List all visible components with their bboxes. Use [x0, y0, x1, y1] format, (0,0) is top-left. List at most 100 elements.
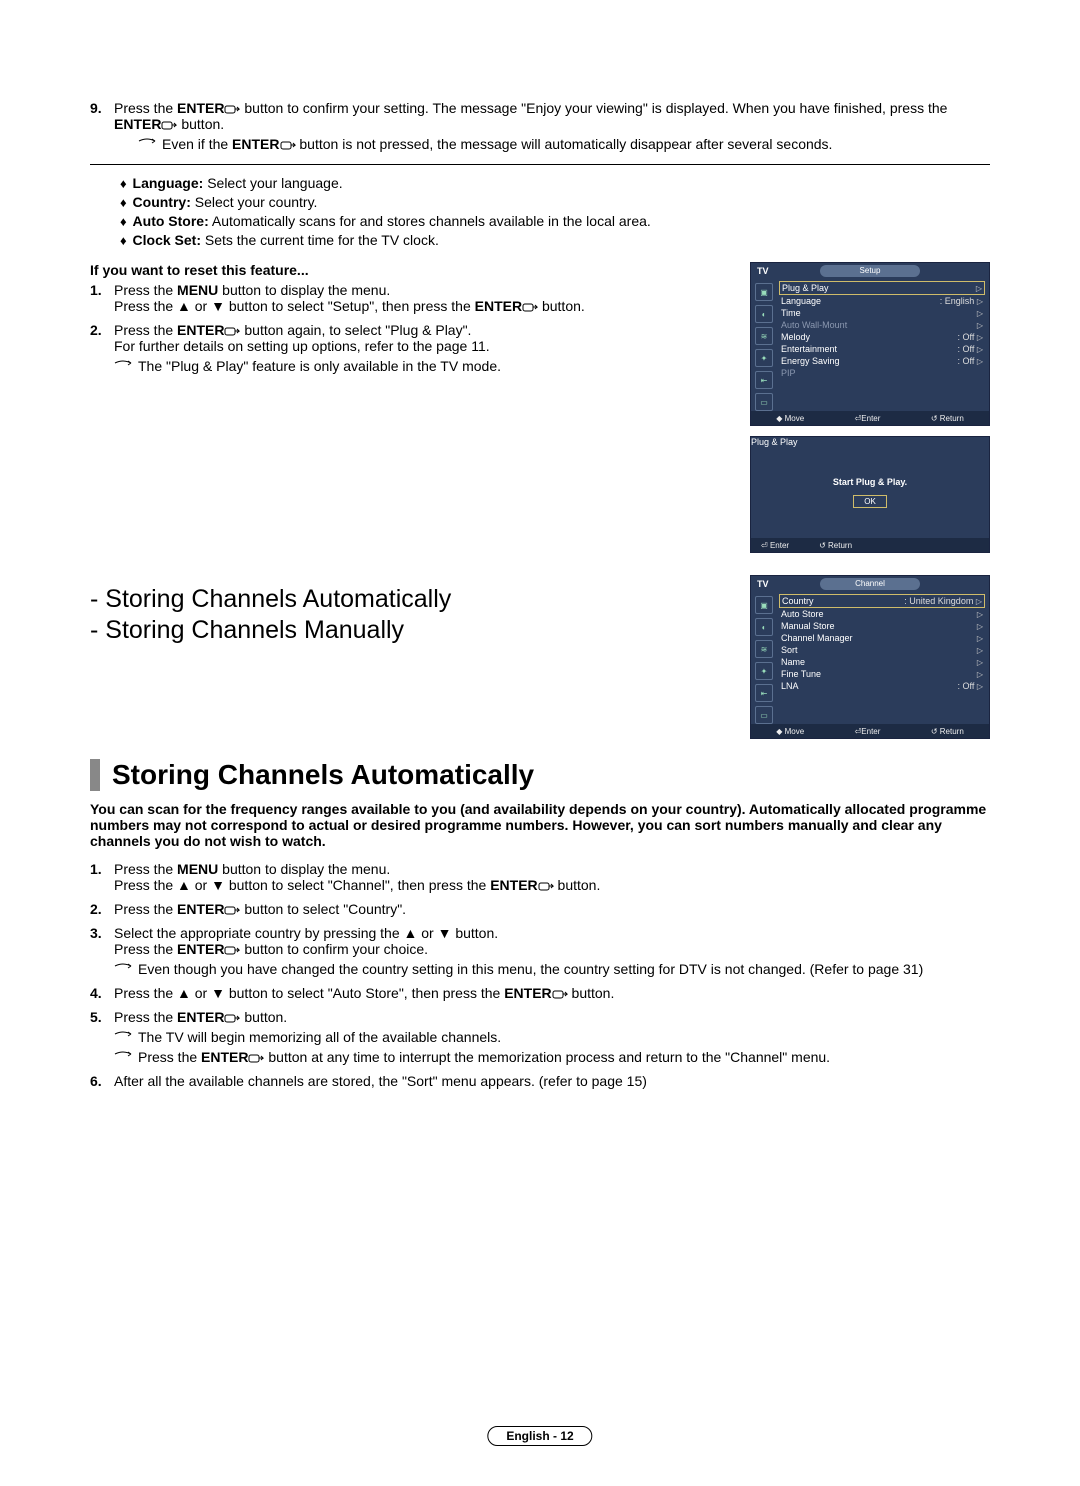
picture-icon: ▣ — [755, 283, 773, 301]
title-manual: - Storing Channels Manually — [90, 616, 732, 645]
enter-icon — [161, 116, 177, 132]
return-icon: ↺ — [819, 541, 826, 550]
osd-row-plugplay[interactable]: Plug & Play▷ — [779, 281, 985, 295]
chevron-right-icon: ▷ — [976, 284, 982, 293]
input-icon: ⇤ — [755, 371, 773, 389]
chevron-right-icon: ▷ — [977, 610, 983, 619]
note-arrow-icon — [114, 1029, 132, 1039]
step-9-num: 9. — [90, 100, 114, 152]
step-9: 9. Press the ENTER button to confirm you… — [90, 100, 990, 152]
step-6: 6. After all the available channels are … — [90, 1073, 990, 1089]
step-4: 4. Press the ▲ or ▼ button to select "Au… — [90, 985, 990, 1001]
osd-row-energy[interactable]: Energy Saving: Off ▷ — [779, 355, 985, 367]
return-icon: ↺ — [931, 727, 938, 736]
return-icon: ↺ — [931, 414, 938, 423]
enter-icon — [280, 136, 296, 152]
osd-setup-panel: TVSetup ▣ ◐ ≋ ✦ ⇤ ▭ Plug & Play▷ Langu — [750, 262, 990, 426]
osd-footer: ⏎ Enter↺ Return — [751, 538, 989, 552]
step-9-text: Press the ENTER button to confirm your s… — [114, 100, 990, 152]
chevron-right-icon: ▷ — [977, 321, 983, 330]
input-icon: ⇤ — [755, 684, 773, 702]
heading-storing-auto: Storing Channels Automatically — [90, 759, 990, 791]
osd-row-channelmgr[interactable]: Channel Manager▷ — [779, 632, 985, 644]
osd-title: Channel — [820, 578, 920, 590]
diamond-icon: ♦ — [120, 214, 127, 229]
enter-icon — [224, 901, 240, 917]
doc-body: 9. Press the ENTER button to confirm you… — [50, 100, 1030, 1089]
updown-icon: ◆ — [776, 727, 782, 736]
picture-icon: ▣ — [755, 596, 773, 614]
chevron-right-icon: ▷ — [977, 634, 983, 643]
osd-row-sort[interactable]: Sort▷ — [779, 644, 985, 656]
dtv-icon: ▭ — [755, 393, 773, 411]
chevron-right-icon: ▷ — [977, 357, 983, 366]
osd-row-name[interactable]: Name▷ — [779, 656, 985, 668]
note-arrow-icon — [138, 136, 156, 146]
chevron-right-icon: ▷ — [977, 658, 983, 667]
osd-plugplay-panel: Plug & Play Start Plug & Play. OK ⏎ Ente… — [750, 436, 990, 553]
chevron-right-icon: ▷ — [977, 309, 983, 318]
chevron-right-icon: ▷ — [977, 682, 983, 691]
feature-bullets: ♦ Language: Select your language. ♦ Coun… — [90, 175, 990, 248]
note-arrow-icon — [114, 1049, 132, 1059]
step-3: 3. Select the appropriate country by pre… — [90, 925, 990, 977]
divider — [90, 164, 990, 165]
diamond-icon: ♦ — [120, 195, 127, 210]
osd-row-country[interactable]: Country: United Kingdom ▷ — [779, 594, 985, 608]
bullet-autostore: ♦ Auto Store: Automatically scans for an… — [120, 213, 990, 229]
bullet-clockset: ♦ Clock Set: Sets the current time for t… — [120, 232, 990, 248]
osd-footer: ◆ Move⏎Enter↺ Return — [751, 411, 989, 425]
osd-row-melody[interactable]: Melody: Off ▷ — [779, 331, 985, 343]
dtv-icon: ▭ — [755, 706, 773, 724]
reset-instructions: If you want to reset this feature... 1. … — [90, 262, 732, 553]
chevron-right-icon: ▷ — [977, 622, 983, 631]
step-5-note-1: The TV will begin memorizing all of the … — [114, 1029, 990, 1045]
enter-icon — [248, 1049, 264, 1065]
osd-title: Plug & Play — [751, 437, 798, 447]
osd-row-manualstore[interactable]: Manual Store▷ — [779, 620, 985, 632]
reset-step-2-note: The "Plug & Play" feature is only availa… — [114, 358, 732, 374]
note-arrow-icon — [114, 358, 132, 368]
diamond-icon: ♦ — [120, 176, 127, 191]
chevron-right-icon: ▷ — [977, 297, 983, 306]
reset-step-1: 1. Press the MENU button to display the … — [90, 282, 732, 314]
enter-icon — [552, 985, 568, 1001]
osd-tv-label: TV — [757, 579, 769, 589]
enter-icon — [538, 877, 554, 893]
osd-row-autowall: Auto Wall-Mount▷ — [779, 319, 985, 331]
diamond-icon: ♦ — [120, 233, 127, 248]
step-2: 2. Press the ENTER button to select "Cou… — [90, 901, 990, 917]
osd-row-entertainment[interactable]: Entertainment: Off ▷ — [779, 343, 985, 355]
sound-icon: ◐ — [755, 618, 773, 636]
bullet-country: ♦ Country: Select your country. — [120, 194, 990, 210]
intro-paragraph: You can scan for the frequency ranges av… — [90, 801, 990, 849]
chevron-right-icon: ▷ — [976, 597, 982, 606]
osd-message: Start Plug & Play. — [833, 477, 907, 487]
sound-icon: ◐ — [755, 305, 773, 323]
osd-row-pip: PIP — [779, 367, 985, 379]
page-number: English - 12 — [487, 1426, 592, 1446]
osd-sidebar-icons: ▣ ◐ ≋ ✦ ⇤ ▭ — [751, 279, 777, 411]
chevron-right-icon: ▷ — [977, 646, 983, 655]
osd-tv-label: TV — [757, 266, 769, 276]
osd-row-finetune[interactable]: Fine Tune▷ — [779, 668, 985, 680]
osd-row-language[interactable]: Language: English ▷ — [779, 295, 985, 307]
osd-row-autostore[interactable]: Auto Store▷ — [779, 608, 985, 620]
osd-sidebar-icons: ▣ ◐ ≋ ✦ ⇤ ▭ — [751, 592, 777, 724]
channel-icon: ≋ — [755, 327, 773, 345]
osd-title: Setup — [820, 265, 920, 277]
chevron-right-icon: ▷ — [977, 333, 983, 342]
enter-icon — [224, 322, 240, 338]
step-5: 5. Press the ENTER button. The TV will b… — [90, 1009, 990, 1065]
ok-button[interactable]: OK — [853, 495, 887, 508]
osd-row-time[interactable]: Time▷ — [779, 307, 985, 319]
setup-icon: ✦ — [755, 662, 773, 680]
enter-icon — [522, 298, 538, 314]
osd-row-lna[interactable]: LNA: Off ▷ — [779, 680, 985, 692]
step-5-note-2: Press the ENTER button at any time to in… — [114, 1049, 990, 1065]
enter-icon — [224, 100, 240, 116]
chevron-right-icon: ▷ — [977, 670, 983, 679]
reset-title: If you want to reset this feature... — [90, 262, 732, 278]
step-3-note: Even though you have changed the country… — [114, 961, 990, 977]
section-title-group: - Storing Channels Automatically - Stori… — [90, 585, 732, 647]
